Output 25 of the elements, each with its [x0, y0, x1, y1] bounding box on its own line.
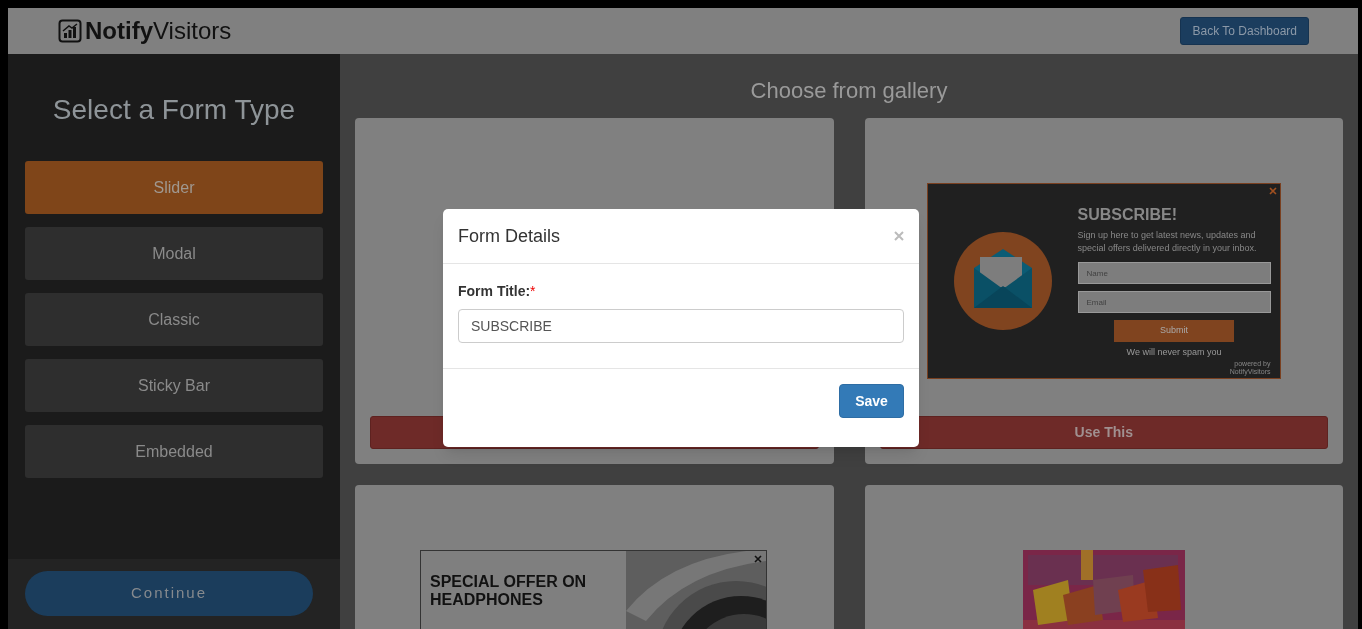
close-icon[interactable]	[1268, 187, 1277, 195]
back-to-dashboard-button[interactable]: Back To Dashboard	[1180, 17, 1309, 45]
save-button[interactable]: Save	[839, 384, 904, 418]
offer-heading: SPECIAL OFFER ON HEADPHONES	[430, 573, 588, 609]
form-title-label: Form Title:	[458, 282, 531, 301]
form-type-item[interactable]: Classic	[25, 293, 323, 346]
logo-text: NotifyVisitors	[85, 19, 232, 43]
form-type-item[interactable]: Sticky Bar	[25, 359, 323, 412]
continue-button[interactable]: Continue	[25, 571, 313, 616]
spam-note: We will never spam you	[1126, 346, 1222, 359]
gallery-title: Choose from gallery	[749, 77, 949, 105]
submit-button[interactable]: Submit	[1114, 320, 1234, 342]
form-type-item[interactable]: Slider	[25, 161, 323, 214]
form-title-input[interactable]: SUBSCRIBE	[458, 309, 904, 343]
close-icon[interactable]	[894, 231, 904, 241]
chart-logo-icon	[58, 19, 82, 43]
subscribe-description: Sign up here to get latest news, updates and special offers delivered directly in your inbox.	[1077, 229, 1258, 255]
form-type-item[interactable]: Modal	[25, 227, 323, 280]
envelope-icon	[952, 231, 1053, 331]
subscribe-heading: SUBSCRIBE!	[1077, 205, 1179, 225]
sidebar-title: Select a Form Type	[51, 93, 297, 127]
required-mark: *	[530, 282, 536, 301]
form-type-item[interactable]: Embedded	[25, 425, 323, 478]
close-icon[interactable]	[754, 555, 762, 563]
dialog-title: Form Details	[458, 224, 560, 248]
